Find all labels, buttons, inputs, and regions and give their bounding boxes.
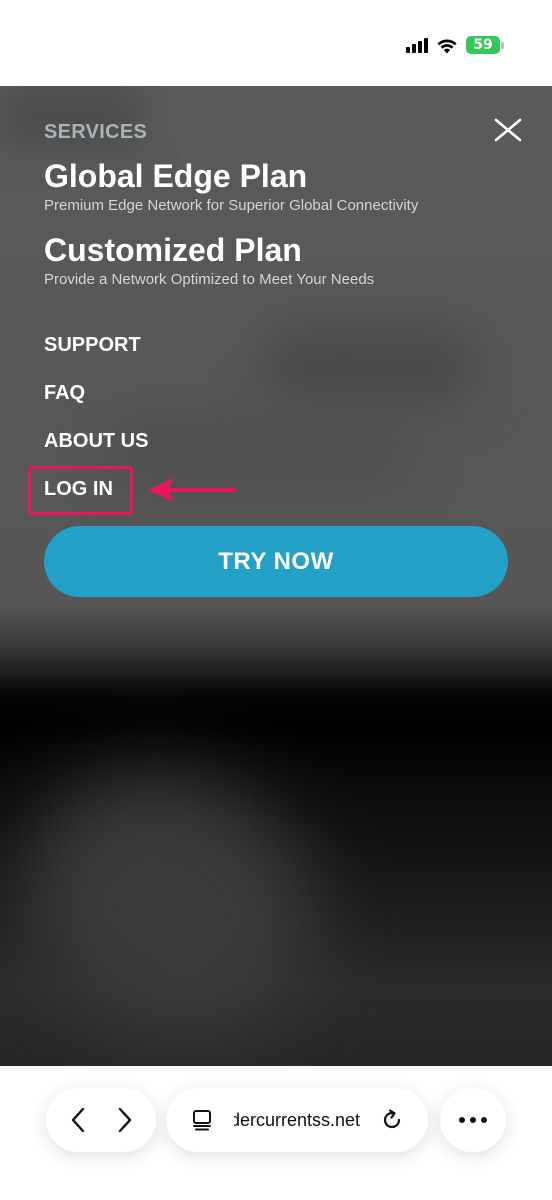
signal-icon xyxy=(406,37,428,53)
battery-charging-icon: 59 xyxy=(466,36,504,54)
navigation-pill xyxy=(46,1088,156,1152)
back-icon[interactable] xyxy=(60,1102,96,1138)
plan-customized-description: Provide a Network Optimized to Meet Your… xyxy=(44,271,375,288)
services-heading: SERVICES xyxy=(44,121,148,143)
nav-link-support[interactable]: SUPPORT xyxy=(44,334,141,357)
plan-global-edge-description: Premium Edge Network for Superior Global… xyxy=(44,197,419,214)
nav-link-about-us[interactable]: ABOUT US xyxy=(44,430,148,453)
forward-icon[interactable] xyxy=(107,1102,143,1138)
battery-level: 59 xyxy=(466,36,500,54)
more-options-pill xyxy=(440,1088,506,1152)
browser-toolbar: dercurrentss.net xyxy=(0,1066,552,1200)
pointer-arrow-icon xyxy=(146,475,238,505)
plan-global-edge-link[interactable]: Global Edge Plan xyxy=(44,158,307,195)
tabs-icon[interactable] xyxy=(184,1102,220,1138)
plan-customized-link[interactable]: Customized Plan xyxy=(44,232,302,269)
status-bar: 59 xyxy=(0,0,552,86)
try-now-button[interactable]: TRY NOW xyxy=(44,526,508,597)
close-icon[interactable] xyxy=(492,114,524,146)
menu-overlay: SERVICES Global Edge Plan Premium Edge N… xyxy=(0,86,552,1066)
nav-link-faq[interactable]: FAQ xyxy=(44,382,85,405)
address-bar[interactable]: dercurrentss.net xyxy=(166,1088,428,1152)
status-icons: 59 xyxy=(406,34,504,56)
wifi-icon xyxy=(437,39,457,53)
more-icon[interactable] xyxy=(455,1102,491,1138)
url-text: dercurrentss.net xyxy=(234,1109,360,1130)
login-highlight-box xyxy=(28,466,133,515)
reload-icon[interactable] xyxy=(374,1102,410,1138)
